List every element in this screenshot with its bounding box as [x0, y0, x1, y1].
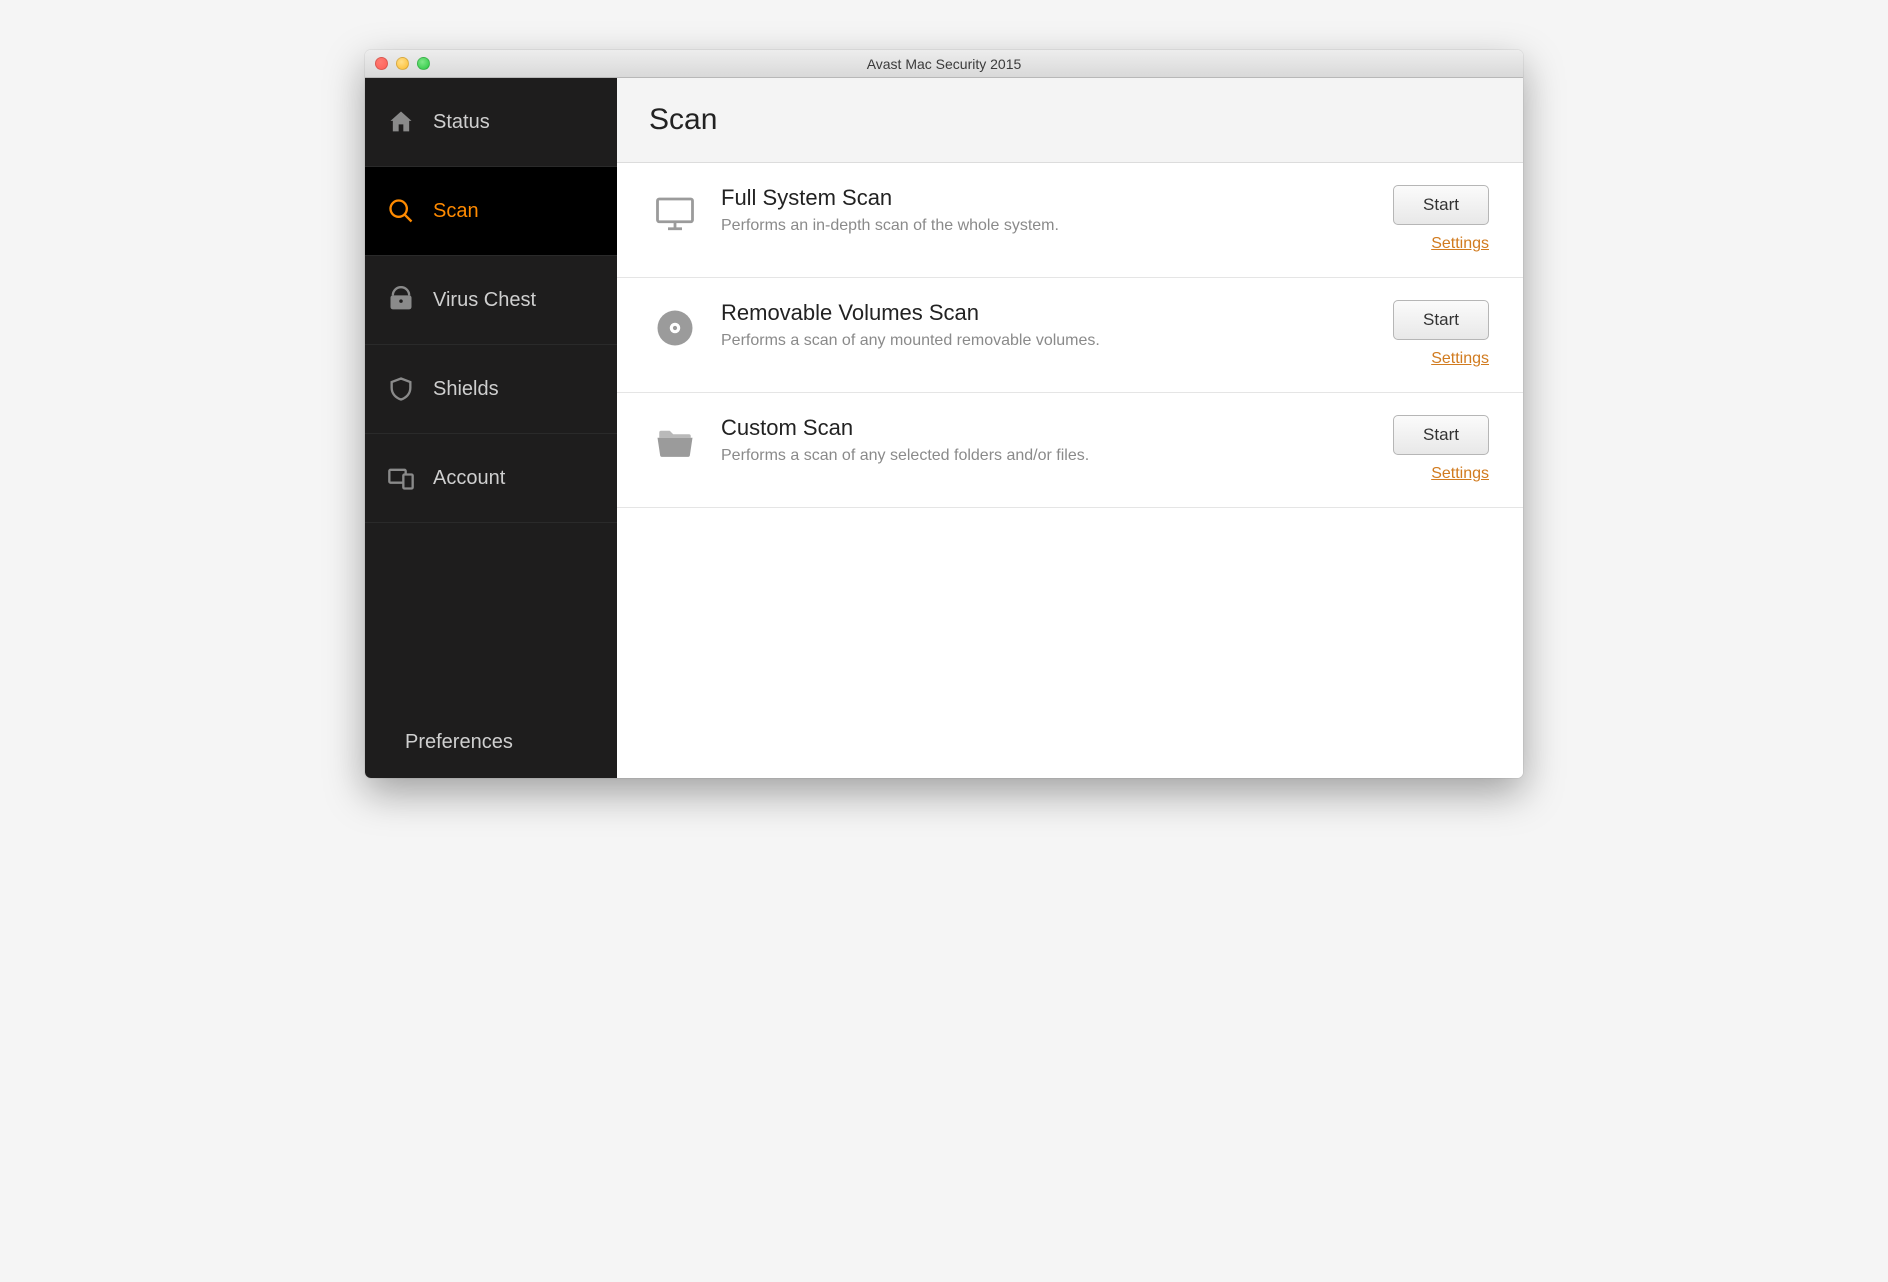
devices-icon: [387, 464, 415, 492]
titlebar: Avast Mac Security 2015: [365, 50, 1523, 78]
sidebar-item-label: Preferences: [405, 731, 513, 754]
app-window: Avast Mac Security 2015 Status Scan Vi: [365, 50, 1523, 778]
sidebar: Status Scan Virus Chest Shields: [365, 78, 617, 778]
sidebar-item-shields[interactable]: Shields: [365, 345, 617, 434]
scan-title: Full System Scan: [721, 185, 1357, 211]
scan-title: Removable Volumes Scan: [721, 300, 1357, 326]
sidebar-item-label: Shields: [433, 378, 499, 401]
window-title: Avast Mac Security 2015: [365, 56, 1523, 72]
sidebar-item-scan[interactable]: Scan: [365, 167, 617, 256]
scan-description: Performs a scan of any selected folders …: [721, 447, 1357, 465]
home-icon: [387, 108, 415, 136]
disc-icon: [651, 304, 699, 352]
settings-link[interactable]: Settings: [1431, 465, 1489, 483]
monitor-icon: [651, 189, 699, 237]
sidebar-item-label: Status: [433, 111, 490, 134]
chest-icon: [387, 286, 415, 314]
scan-text: Full System Scan Performs an in-depth sc…: [721, 185, 1357, 235]
start-button[interactable]: Start: [1393, 300, 1489, 340]
sidebar-item-preferences[interactable]: Preferences: [365, 706, 617, 778]
scan-title: Custom Scan: [721, 415, 1357, 441]
folder-icon: [651, 419, 699, 467]
settings-link[interactable]: Settings: [1431, 235, 1489, 253]
settings-link[interactable]: Settings: [1431, 350, 1489, 368]
scan-row-full-system: Full System Scan Performs an in-depth sc…: [617, 163, 1523, 278]
scan-row-custom: Custom Scan Performs a scan of any selec…: [617, 393, 1523, 508]
search-icon: [387, 197, 415, 225]
scan-description: Performs an in-depth scan of the whole s…: [721, 217, 1357, 235]
scan-description: Performs a scan of any mounted removable…: [721, 332, 1357, 350]
maximize-window-button[interactable]: [417, 57, 430, 70]
sidebar-item-label: Account: [433, 467, 505, 490]
scan-actions: Start Settings: [1379, 415, 1489, 483]
scan-text: Custom Scan Performs a scan of any selec…: [721, 415, 1357, 465]
start-button[interactable]: Start: [1393, 415, 1489, 455]
content-header: Scan: [617, 78, 1523, 163]
start-button[interactable]: Start: [1393, 185, 1489, 225]
scan-text: Removable Volumes Scan Performs a scan o…: [721, 300, 1357, 350]
sidebar-item-status[interactable]: Status: [365, 78, 617, 167]
scan-list: Full System Scan Performs an in-depth sc…: [617, 163, 1523, 778]
shield-icon: [387, 375, 415, 403]
close-window-button[interactable]: [375, 57, 388, 70]
scan-actions: Start Settings: [1379, 185, 1489, 253]
sidebar-item-account[interactable]: Account: [365, 434, 617, 523]
minimize-window-button[interactable]: [396, 57, 409, 70]
traffic-lights: [365, 57, 430, 70]
page-title: Scan: [649, 103, 717, 137]
scan-row-removable-volumes: Removable Volumes Scan Performs a scan o…: [617, 278, 1523, 393]
scan-actions: Start Settings: [1379, 300, 1489, 368]
sidebar-spacer: [365, 523, 617, 706]
main-content: Scan Full System Scan Performs an in-dep…: [617, 78, 1523, 778]
sidebar-item-virus-chest[interactable]: Virus Chest: [365, 256, 617, 345]
sidebar-item-label: Scan: [433, 200, 479, 223]
sidebar-item-label: Virus Chest: [433, 289, 536, 312]
window-body: Status Scan Virus Chest Shields: [365, 78, 1523, 778]
